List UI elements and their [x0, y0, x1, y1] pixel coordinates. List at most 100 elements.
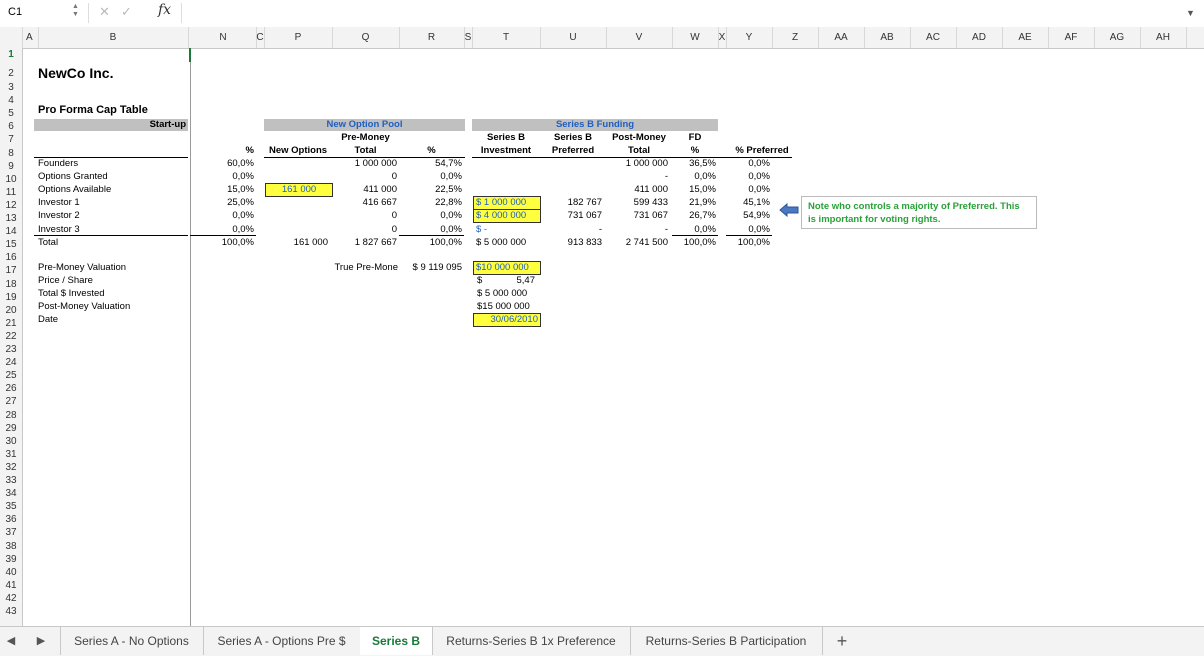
- column-header-p[interactable]: P: [264, 27, 333, 48]
- table-cell-fd[interactable]: 21,9%: [672, 197, 716, 209]
- row-header[interactable]: 11: [0, 187, 22, 198]
- tab-series-a-options-pre[interactable]: Series A - Options Pre $: [203, 627, 361, 655]
- table-cell-fd[interactable]: 0,0%: [672, 224, 716, 236]
- table-cell-name[interactable]: Investor 3: [38, 224, 188, 236]
- name-box-stepper-icon[interactable]: ▲ ▼: [72, 3, 79, 19]
- row-header[interactable]: 40: [0, 567, 22, 578]
- table-cell-pct[interactable]: 60,0%: [190, 158, 254, 170]
- column-header-ad[interactable]: AD: [956, 27, 1003, 48]
- table-cell-pp[interactable]: 45,1%: [726, 197, 770, 209]
- row-header[interactable]: 38: [0, 541, 22, 552]
- table-cell-pre-total[interactable]: 0: [332, 210, 397, 222]
- true-pre-money-value[interactable]: $ 9 119 095: [399, 262, 462, 274]
- table-cell-pct2[interactable]: 54,7%: [399, 158, 462, 170]
- table-cell-pct[interactable]: 25,0%: [190, 197, 254, 209]
- table-cell-pct[interactable]: 100,0%: [190, 237, 254, 249]
- column-header-ag[interactable]: AG: [1094, 27, 1141, 48]
- column-header-z[interactable]: Z: [772, 27, 819, 48]
- column-header-ah[interactable]: AH: [1140, 27, 1187, 48]
- table-cell-pref[interactable]: 731 067: [540, 210, 602, 222]
- row-header[interactable]: 33: [0, 475, 22, 486]
- note-textbox[interactable]: Note who controls a majority of Preferre…: [801, 196, 1037, 229]
- row-header[interactable]: 31: [0, 449, 22, 460]
- post-money-valuation-value[interactable]: $15 000 000: [477, 301, 530, 313]
- table-cell-pct[interactable]: 0,0%: [190, 224, 254, 236]
- table-cell-post[interactable]: 731 067: [606, 210, 668, 222]
- expand-formula-bar-icon[interactable]: ▼: [1186, 8, 1195, 18]
- table-cell-post[interactable]: 599 433: [606, 197, 668, 209]
- table-cell-fd[interactable]: 15,0%: [672, 184, 716, 196]
- cancel-icon[interactable]: ✕: [99, 4, 110, 20]
- column-header-aa[interactable]: AA: [818, 27, 865, 48]
- row-header[interactable]: 29: [0, 423, 22, 434]
- table-cell-pref[interactable]: -: [540, 224, 602, 236]
- name-box[interactable]: C1: [8, 6, 22, 18]
- price-share-value[interactable]: 5,47: [490, 275, 536, 287]
- table-cell-pre-total[interactable]: 1 827 667: [332, 237, 397, 249]
- column-header-n[interactable]: N: [190, 27, 257, 48]
- table-cell-pre-total[interactable]: 0: [332, 171, 397, 183]
- row-header[interactable]: 9: [0, 161, 22, 172]
- row-header[interactable]: 12: [0, 200, 22, 211]
- row-header[interactable]: 27: [0, 396, 22, 407]
- row-header[interactable]: 36: [0, 514, 22, 525]
- confirm-icon[interactable]: ✓: [121, 4, 132, 20]
- row-header[interactable]: 42: [0, 593, 22, 604]
- table-cell-inv[interactable]: $ 4 000 000: [473, 209, 541, 224]
- row-header[interactable]: 15: [0, 239, 22, 250]
- row-header[interactable]: 20: [0, 305, 22, 316]
- row-header[interactable]: 37: [0, 527, 22, 538]
- table-cell-pp[interactable]: 0,0%: [726, 171, 770, 183]
- table-cell-pre-total[interactable]: 0: [332, 224, 397, 236]
- next-sheet-icon[interactable]: ▶: [22, 627, 61, 655]
- tab-series-a-no-options[interactable]: Series A - No Options: [60, 627, 204, 655]
- table-cell-pct2[interactable]: 100,0%: [399, 237, 462, 249]
- table-cell-post[interactable]: -: [606, 171, 668, 183]
- table-cell-new-opt[interactable]: 161 000: [264, 237, 328, 249]
- row-header[interactable]: 3: [0, 82, 22, 93]
- row-header[interactable]: 43: [0, 606, 22, 617]
- table-cell-inv[interactable]: $ 5 000 000: [476, 237, 538, 249]
- tab-returns-series-b-1x-preference[interactable]: Returns-Series B 1x Preference: [432, 627, 631, 655]
- row-header[interactable]: 17: [0, 265, 22, 276]
- column-header-y[interactable]: Y: [726, 27, 773, 48]
- insert-function-button[interactable]: fx: [158, 2, 171, 18]
- table-cell-pct2[interactable]: 0,0%: [399, 224, 462, 236]
- table-cell-name[interactable]: Total: [38, 237, 188, 249]
- row-header[interactable]: 21: [0, 318, 22, 329]
- table-cell-fd[interactable]: 26,7%: [672, 210, 716, 222]
- row-header[interactable]: 4: [0, 95, 22, 106]
- tab-series-b[interactable]: Series B: [360, 627, 433, 655]
- column-header-ae[interactable]: AE: [1002, 27, 1049, 48]
- table-cell-inv[interactable]: $ -: [476, 224, 538, 236]
- table-cell-post[interactable]: -: [606, 224, 668, 236]
- column-header-v[interactable]: V: [606, 27, 673, 48]
- table-cell-pref[interactable]: 182 767: [540, 197, 602, 209]
- table-cell-pp[interactable]: 0,0%: [726, 224, 770, 236]
- table-cell-name[interactable]: Options Available: [38, 184, 188, 196]
- row-header[interactable]: 22: [0, 331, 22, 342]
- table-cell-pre-total[interactable]: 411 000: [332, 184, 397, 196]
- row-header[interactable]: 41: [0, 580, 22, 591]
- prev-sheet-icon[interactable]: ◀: [0, 627, 22, 655]
- row-header[interactable]: 34: [0, 488, 22, 499]
- table-cell-fd[interactable]: 0,0%: [672, 171, 716, 183]
- table-cell-name[interactable]: Options Granted: [38, 171, 188, 183]
- table-cell-fd[interactable]: 36,5%: [672, 158, 716, 170]
- table-cell-pct[interactable]: 0,0%: [190, 171, 254, 183]
- table-cell-fd[interactable]: 100,0%: [672, 237, 716, 249]
- table-cell-post[interactable]: 1 000 000: [606, 158, 668, 170]
- row-header[interactable]: 24: [0, 357, 22, 368]
- table-cell-pct2[interactable]: 22,5%: [399, 184, 462, 196]
- row-header[interactable]: 18: [0, 279, 22, 290]
- row-header[interactable]: 2: [0, 68, 22, 79]
- table-cell-name[interactable]: Founders: [38, 158, 188, 170]
- column-header-ab[interactable]: AB: [864, 27, 911, 48]
- table-cell-pct2[interactable]: 0,0%: [399, 210, 462, 222]
- row-header[interactable]: 19: [0, 292, 22, 303]
- table-cell-new-opt[interactable]: 161 000: [265, 183, 333, 198]
- row-header[interactable]: 6: [0, 121, 22, 132]
- table-cell-pre-total[interactable]: 1 000 000: [332, 158, 397, 170]
- column-header-t[interactable]: T: [472, 27, 541, 48]
- table-cell-pp[interactable]: 100,0%: [726, 237, 770, 249]
